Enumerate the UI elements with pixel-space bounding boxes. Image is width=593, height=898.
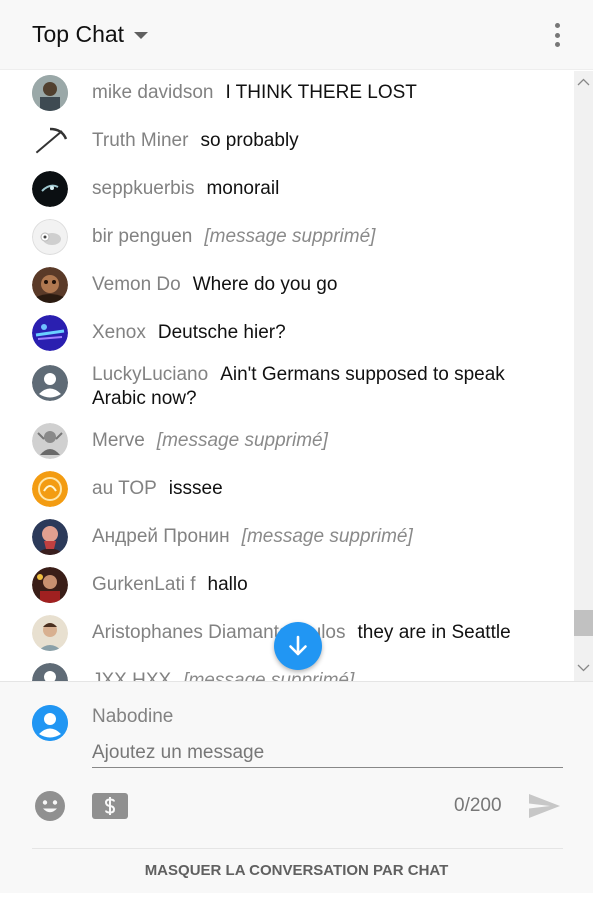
message-text: hallo — [207, 574, 248, 595]
avatar[interactable] — [32, 423, 68, 459]
message-author[interactable]: Truth Miner — [92, 130, 188, 151]
emoji-button[interactable] — [34, 790, 66, 822]
avatar[interactable] — [32, 567, 68, 603]
dollar-icon — [104, 797, 116, 815]
message-text: [message supprimé] — [156, 430, 328, 451]
arrow-down-icon — [289, 635, 307, 656]
chat-mode-label: Top Chat — [32, 21, 125, 47]
message-author[interactable]: bir penguen — [92, 226, 192, 247]
message-text: [message supprimé] — [183, 670, 355, 681]
chat-mode-dropdown[interactable]: Top Chat — [32, 21, 149, 48]
scroll-to-bottom-button[interactable] — [274, 622, 322, 670]
message-text: Deutsche hier? — [157, 322, 286, 343]
avatar[interactable] — [32, 519, 68, 555]
send-icon — [529, 794, 560, 818]
message-composer: Nabodine 0/200 — [0, 681, 593, 849]
chevron-down-icon — [577, 664, 590, 672]
avatar[interactable] — [32, 267, 68, 303]
message-author[interactable]: Vemon Do — [92, 274, 181, 295]
message-input[interactable] — [92, 738, 563, 768]
scrollbar-thumb[interactable] — [574, 610, 593, 636]
message-author[interactable]: au TOP — [92, 478, 157, 499]
message-text: [message supprimé] — [204, 226, 376, 247]
message-author[interactable]: Merve — [92, 430, 145, 451]
send-button[interactable] — [526, 790, 562, 822]
scroll-up-button[interactable] — [574, 71, 593, 93]
avatar[interactable] — [32, 75, 68, 111]
avatar[interactable] — [32, 365, 68, 401]
message-list[interactable]: mike davidson I THINK THERE LOST Truth Mi… — [0, 71, 574, 681]
avatar[interactable] — [32, 123, 68, 159]
message-author[interactable]: seppkuerbis — [92, 178, 194, 199]
message-author[interactable]: LuckyLuciano — [92, 364, 208, 385]
avatar[interactable] — [32, 615, 68, 651]
message-author[interactable]: JXX HXX — [92, 670, 171, 681]
avatar[interactable] — [32, 219, 68, 255]
live-chat-panel: Top Chat mike davidson I THINK THERE LOST… — [0, 0, 593, 898]
hide-chat-button[interactable]: MASQUER LA CONVERSATION PAR CHAT — [0, 849, 593, 893]
message-author[interactable]: mike davidson — [92, 82, 213, 103]
avatar[interactable] — [32, 663, 68, 681]
message-list-scrollbar[interactable] — [574, 71, 593, 681]
message-text: Where do you go — [192, 274, 338, 295]
message-author[interactable]: GurkenLati f — [92, 574, 196, 595]
more-options-button[interactable] — [546, 20, 568, 50]
more-vertical-icon — [554, 23, 560, 28]
chat-header: Top Chat — [0, 0, 593, 70]
message-text: [message supprimé] — [241, 526, 413, 547]
message-text: so probably — [200, 130, 299, 151]
chevron-up-icon — [577, 78, 590, 86]
message-text: isssee — [168, 478, 223, 499]
avatar[interactable] — [32, 471, 68, 507]
message-author[interactable]: Xenox — [92, 322, 146, 343]
avatar[interactable] — [32, 315, 68, 351]
message-text: monorail — [206, 178, 280, 199]
chevron-down-icon — [134, 32, 149, 39]
avatar[interactable] — [32, 171, 68, 207]
message-text: I THINK THERE LOST — [225, 82, 417, 103]
super-chat-button[interactable] — [92, 793, 128, 819]
character-counter: 0/200 — [454, 795, 502, 816]
emoji-icon — [35, 791, 65, 821]
message-text: they are in Seattle — [357, 622, 511, 643]
message-author[interactable]: Андрей Пронин — [92, 526, 230, 547]
avatar — [32, 705, 68, 741]
scroll-down-button[interactable] — [574, 657, 593, 679]
current-user-name: Nabodine — [92, 706, 174, 727]
